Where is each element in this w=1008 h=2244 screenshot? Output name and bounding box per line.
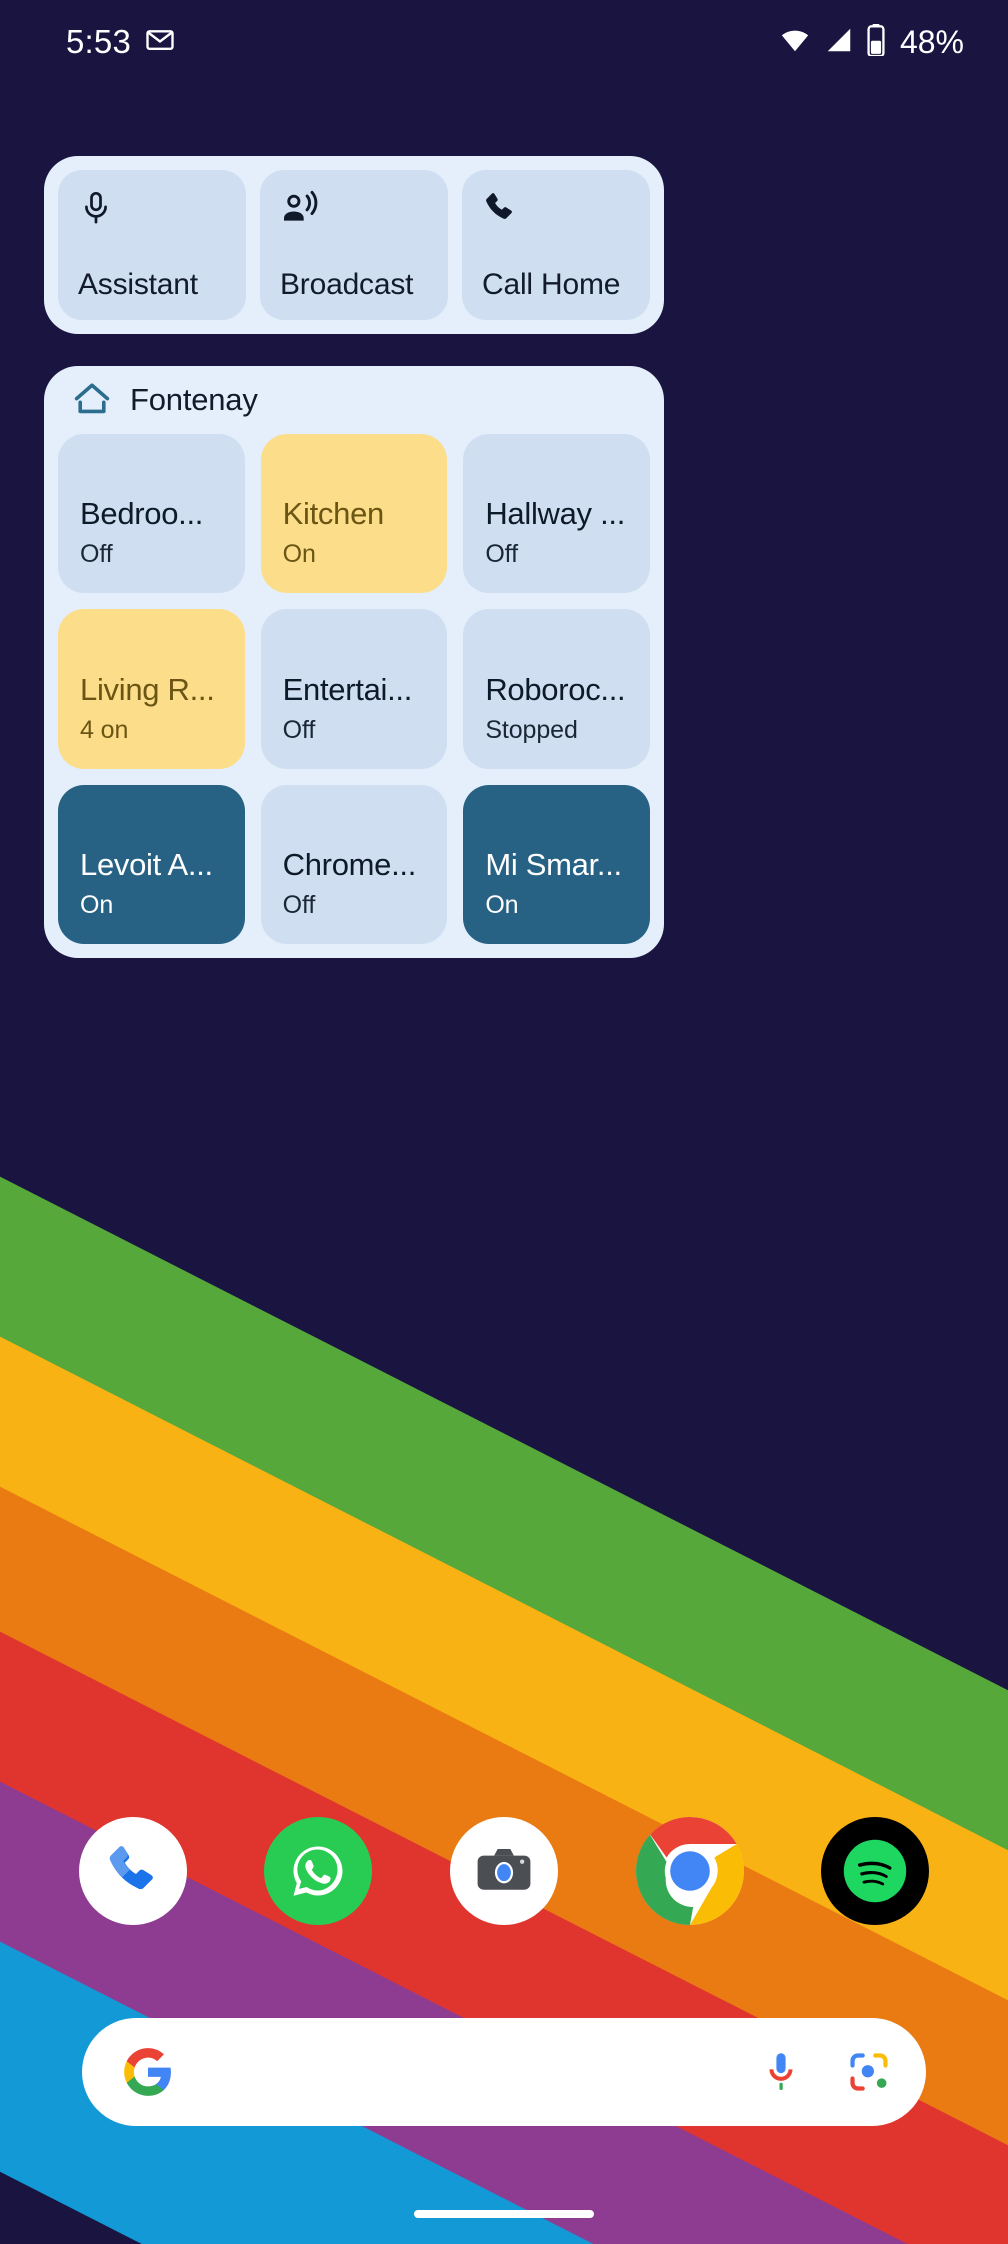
shortcut-call-home[interactable]: Call Home <box>462 170 650 320</box>
search-input[interactable] <box>174 2018 758 2126</box>
google-home-devices-widget: Fontenay Bedroo... Off Kitchen On Hallwa… <box>44 366 664 958</box>
device-status: Off <box>282 715 316 744</box>
device-tile[interactable]: Mi Smar... On <box>463 784 650 944</box>
dock <box>0 1808 1008 1934</box>
google-mic-icon[interactable] <box>758 2049 804 2095</box>
battery-percent: 48% <box>899 23 964 60</box>
device-status: Off <box>80 540 113 569</box>
device-grid: Bedroo... Off Kitchen On Hallway ... Off… <box>58 434 650 944</box>
device-name: Entertai... <box>282 671 413 707</box>
broadcast-icon <box>280 188 428 228</box>
wifi-icon <box>778 25 812 60</box>
phone-app-icon[interactable] <box>78 1817 187 1925</box>
device-name: Chrome... <box>282 846 417 882</box>
phone-icon <box>482 188 630 228</box>
device-tile[interactable]: Levoit A... On <box>58 784 245 944</box>
status-bar-right: 48% <box>778 23 964 61</box>
battery-icon <box>866 23 886 61</box>
shortcut-broadcast[interactable]: Broadcast <box>260 170 448 320</box>
device-tile[interactable]: Hallway ... Off <box>463 434 650 594</box>
device-status: Off <box>282 890 316 919</box>
device-status: Stopped <box>485 715 578 744</box>
whatsapp-app-icon[interactable] <box>264 1817 373 1925</box>
home-gesture-pill[interactable] <box>414 2210 594 2218</box>
status-bar: 5:53 48% <box>0 0 1008 84</box>
device-status: On <box>282 540 316 569</box>
home-name: Fontenay <box>130 382 258 417</box>
device-status: 4 on <box>80 715 129 744</box>
shortcut-call-home-label: Call Home <box>482 268 621 301</box>
device-status: On <box>80 890 114 919</box>
device-tile[interactable]: Roboroc... Stopped <box>463 609 650 769</box>
shortcut-assistant-label: Assistant <box>78 268 198 301</box>
device-status: Off <box>485 540 518 569</box>
device-name: Living R... <box>80 671 215 707</box>
google-home-shortcuts-widget: Assistant Broadcast Call Home <box>44 156 664 334</box>
house-icon <box>72 380 112 421</box>
device-name: Kitchen <box>282 496 385 532</box>
device-status: On <box>485 890 519 919</box>
chrome-app-icon[interactable] <box>635 1817 744 1925</box>
device-tile[interactable]: Living R... 4 on <box>58 609 245 769</box>
device-name: Levoit A... <box>80 846 213 882</box>
google-g-icon <box>122 2046 174 2098</box>
microphone-icon <box>78 188 226 228</box>
device-name: Roboroc... <box>485 671 626 707</box>
cell-signal-icon <box>823 25 855 60</box>
device-name: Bedroo... <box>80 496 204 532</box>
shortcut-broadcast-label: Broadcast <box>280 268 414 301</box>
device-name: Mi Smar... <box>485 846 622 882</box>
clock: 5:53 <box>66 23 132 60</box>
shortcut-assistant[interactable]: Assistant <box>58 170 246 320</box>
camera-app-icon[interactable] <box>449 1817 558 1925</box>
device-tile[interactable]: Chrome... Off <box>260 784 448 944</box>
device-name: Hallway ... <box>485 496 626 532</box>
device-tile[interactable]: Kitchen On <box>260 434 448 594</box>
gmail-icon <box>145 25 175 60</box>
home-widget-header[interactable]: Fontenay <box>58 366 650 434</box>
google-lens-icon[interactable] <box>846 2049 892 2095</box>
device-tile[interactable]: Entertai... Off <box>260 609 448 769</box>
device-tile[interactable]: Bedroo... Off <box>58 434 245 594</box>
google-search-bar[interactable] <box>82 2018 926 2126</box>
status-bar-left: 5:53 <box>66 23 175 61</box>
spotify-app-icon[interactable] <box>821 1817 930 1925</box>
